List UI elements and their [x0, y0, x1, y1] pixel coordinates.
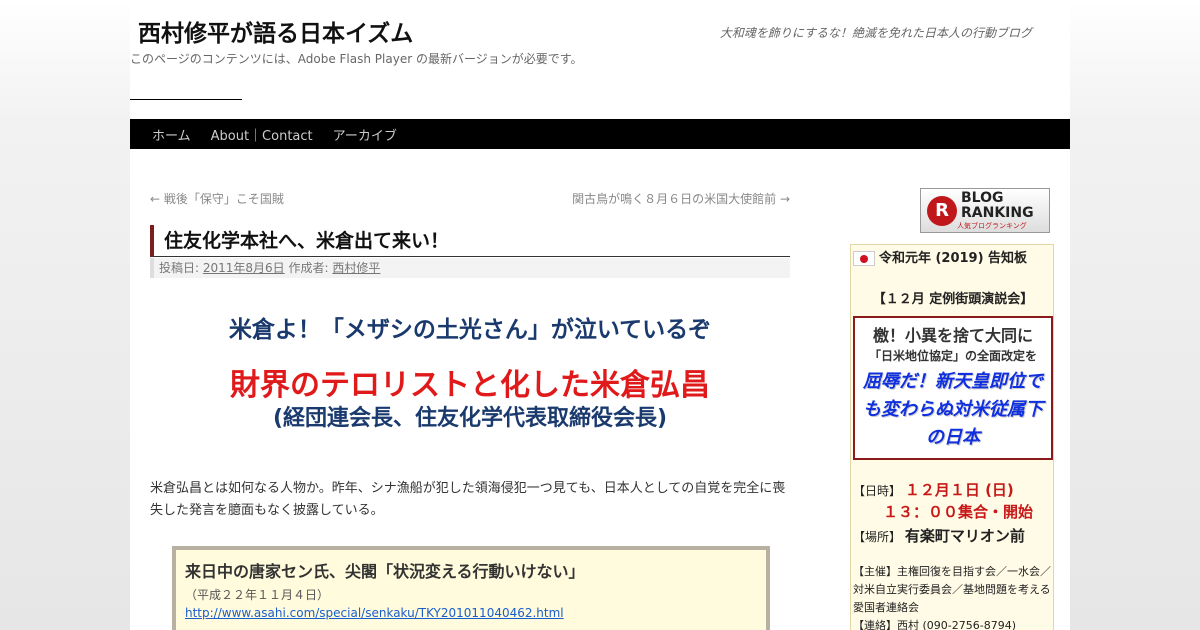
- nav-item-archive[interactable]: アーカイブ: [323, 125, 407, 144]
- place-label: 【場所】: [853, 530, 902, 544]
- ranking-main-text-2: RANKING: [961, 204, 1034, 221]
- headline-subtitle: (経団連会長、住友化学代表取締役会長): [272, 406, 668, 431]
- nav-item-about[interactable]: About｜Contact: [201, 125, 323, 144]
- blog-ranking-banner[interactable]: R BLOG RANKING 人気ブログランキング: [920, 188, 1050, 233]
- headline-primary: 米倉よ！「メザシの土光さん」が泣いているぞ: [228, 317, 712, 343]
- quote-box: 来日中の唐家セン氏、尖閣「状況変える行動いけない」 （平成２２年１１月４日） h…: [172, 546, 770, 630]
- contact-text: 【連絡】西村 (090-2756-8794): [853, 619, 1017, 630]
- post-body-paragraph: 米倉弘昌とは如何なる人物か。昨年、シナ漁船が犯した領海侵犯一つ見ても、日本人とし…: [150, 481, 786, 518]
- event-banner[interactable]: 檄！小異を捨て大同に 「日米地位協定」の全面改定を 屈辱だ！新天皇即位でも変わら…: [853, 316, 1053, 460]
- next-post-link[interactable]: 関古鳥が鳴く８月６日の米国大使館前 →: [572, 190, 790, 207]
- sidebar-notice-board: 令和元年 (2019) 告知板 【１２月 定例街頭演説会】 檄！小異を捨て大同に…: [850, 244, 1054, 630]
- headline-red: 財界のテロリストと化した米倉弘昌: [230, 368, 710, 403]
- time-value: １３：００集合・開始: [883, 503, 1034, 521]
- date-value: １２月１日 (日): [904, 481, 1014, 499]
- banner-line3: 屈辱だ！新天皇即位でも変わらぬ対米従属下の日本: [863, 371, 1043, 448]
- event-place-row: 【場所】 有楽町マリオン前: [853, 525, 1025, 546]
- flash-notice: このページのコンテンツには、Adobe Flash Player の最新バージョ…: [130, 52, 583, 66]
- date-label: 【日時】: [853, 484, 902, 498]
- quote-title: 来日中の唐家セン氏、尖閣「状況変える行動いけない」: [185, 562, 585, 581]
- banner-line1: 檄！小異を捨て大同に: [872, 326, 1033, 345]
- ranking-text-block: BLOG RANKING 人気ブログランキング: [957, 189, 1034, 231]
- ranking-sub-text: 人気ブログランキング: [957, 221, 1027, 230]
- post-title: 住友化学本社へ、米倉出て来い！: [150, 225, 790, 257]
- post-author-link[interactable]: 西村修平: [332, 261, 380, 275]
- place-value: 有楽町マリオン前: [904, 527, 1025, 545]
- event-time-row: １３：００集合・開始: [883, 501, 1033, 522]
- notice-heading: 令和元年 (2019) 告知板: [878, 251, 1028, 266]
- event-date-row: 【日時】 １２月１日 (日): [853, 479, 1014, 500]
- prev-post-link[interactable]: ← 戦後「保守」こそ国賊: [150, 190, 284, 207]
- main-nav: ホーム About｜Contact アーカイブ: [130, 119, 1070, 149]
- post-meta: 投稿日: 2011年8月6日 作成者: 西村修平: [150, 258, 790, 278]
- organizer-info: 【主催】主権回復を目指す会／一水会／対米自立実行委員会／基地問題を考える愛国者連…: [853, 563, 1053, 630]
- event-heading: 【１２月 定例街頭演説会】: [872, 292, 1034, 307]
- site-title[interactable]: 西村修平が語る日本イズム: [138, 14, 413, 48]
- meta-author-label: 作成者:: [284, 261, 333, 275]
- meta-posted-label: 投稿日:: [159, 261, 203, 275]
- organizer-text: 【主催】主権回復を目指す会／一水会／対米自立実行委員会／基地問題を考える愛国者連…: [853, 565, 1051, 614]
- quote-date: （平成２２年１１月４日）: [185, 588, 330, 602]
- header-divider: [130, 99, 242, 100]
- post-date-link[interactable]: 2011年8月6日: [203, 261, 285, 275]
- ranking-main-text: BLOG: [961, 189, 1004, 206]
- quote-source-link[interactable]: http://www.asahi.com/special/senkaku/TKY…: [185, 606, 757, 620]
- page-container: 西村修平が語る日本イズム 大和魂を飾りにするな！絶滅を免れた日本人の行動ブログ …: [130, 0, 1070, 630]
- ranking-r-icon: R: [927, 195, 957, 226]
- site-description: 大和魂を飾りにするな！絶滅を免れた日本人の行動ブログ: [719, 26, 1032, 40]
- nav-item-home[interactable]: ホーム: [142, 125, 201, 144]
- banner-line2: 「日米地位協定」の全面改定を: [868, 349, 1037, 363]
